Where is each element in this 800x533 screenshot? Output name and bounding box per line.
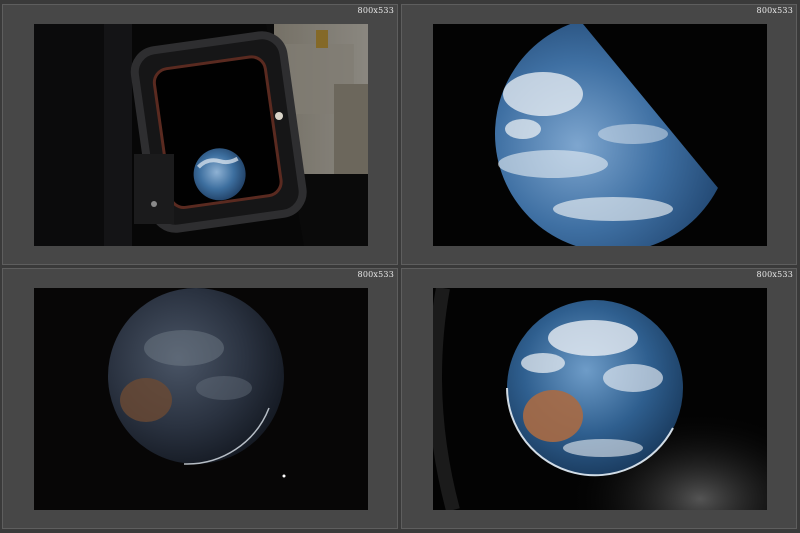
- thumbnail-earth-bright[interactable]: 800x533: [401, 268, 797, 529]
- thumbnail-earth-crescent[interactable]: 800x533: [401, 4, 797, 265]
- size-label: 800x533: [357, 6, 394, 15]
- thumbnail-window-view[interactable]: 800x533: [2, 4, 398, 265]
- earth-dim-scene: [34, 288, 368, 510]
- earth-bright-scene: [433, 288, 767, 510]
- size-label: 800x533: [357, 270, 394, 279]
- contact-sheet: 800x533 800x533 800x533 800x533: [0, 0, 800, 533]
- photo-earth-bright: [433, 288, 767, 510]
- earth-crescent-scene: [433, 24, 767, 246]
- photo-earth-dim: [34, 288, 368, 510]
- thumbnail-earth-dim[interactable]: 800x533: [2, 268, 398, 529]
- size-label: 800x533: [756, 270, 793, 279]
- size-label: 800x533: [756, 6, 793, 15]
- photo-window-earth: [34, 24, 368, 246]
- window-scene: [34, 24, 368, 246]
- photo-earth-crescent: [433, 24, 767, 246]
